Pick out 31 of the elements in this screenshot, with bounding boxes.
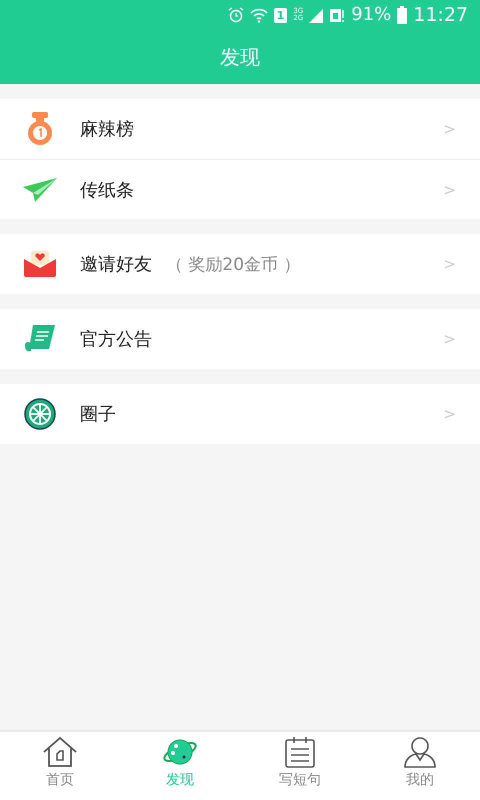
house-icon [42, 736, 78, 768]
nav-tab[interactable]: 写短句 [240, 732, 360, 800]
chevron: > [443, 330, 456, 348]
reward-note: （ 奖励20金币 ） [166, 254, 300, 276]
person-icon [402, 736, 438, 768]
battery-icon [397, 6, 408, 24]
notepad-icon [282, 736, 318, 768]
scroll-icon [25, 325, 55, 353]
chevron: > [443, 180, 456, 198]
wheel-icon [24, 398, 56, 430]
page-title: 发现 [220, 44, 260, 70]
alarm-icon [228, 7, 244, 23]
menu-item[interactable]: 邀请好友 [80, 252, 152, 276]
menu-item[interactable]: 传纸条 [80, 178, 134, 202]
chevron: > [443, 120, 456, 138]
menu-item[interactable]: 圈子 [80, 402, 116, 426]
signal-icon [309, 7, 324, 23]
paper-plane-icon [23, 178, 57, 202]
nav-tab[interactable]: 我的 [360, 732, 480, 800]
chevron: > [443, 255, 456, 273]
battery-percentage: 91% [351, 6, 392, 24]
wifi-icon [250, 7, 268, 23]
sim-indicator: 1 [274, 8, 288, 22]
sim-card-icon [329, 7, 346, 23]
menu-item[interactable]: 官方公告 [80, 327, 152, 351]
clock-time: 11:27 [413, 6, 468, 24]
menu-item[interactable]: 麻辣榜 [80, 117, 134, 141]
medal-icon [26, 112, 54, 146]
chevron: > [443, 405, 456, 423]
envelope-heart-icon [24, 251, 56, 277]
nav-tab[interactable]: 首页 [0, 732, 120, 800]
